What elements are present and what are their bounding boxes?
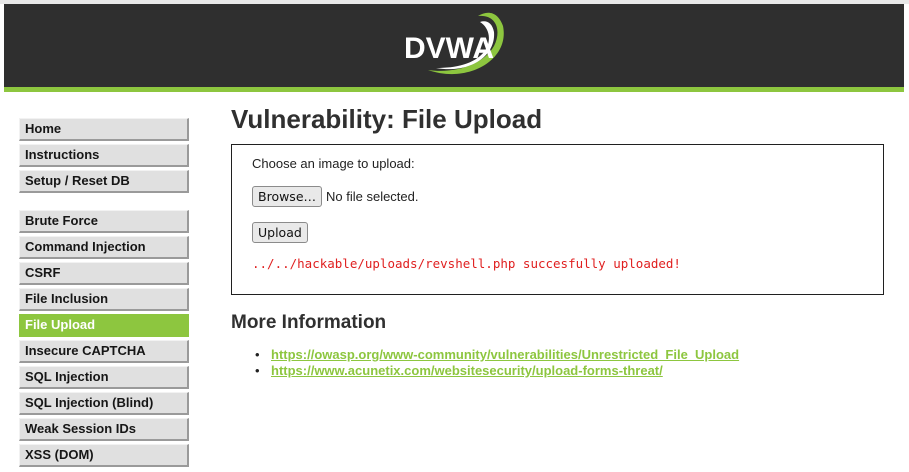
acunetix-link[interactable]: https://www.acunetix.com/websitesecurity… (271, 363, 663, 378)
menu-item-sql-injection-blind[interactable]: SQL Injection (Blind) (19, 392, 189, 415)
upload-button[interactable]: Upload (252, 222, 308, 243)
header-accent-bar (4, 87, 904, 92)
menu-item-brute-force[interactable]: Brute Force (19, 210, 189, 233)
upload-result-message: ../../hackable/uploads/revshell.php succ… (252, 256, 681, 271)
menu-item-file-upload[interactable]: File Upload (19, 314, 189, 337)
browse-button[interactable]: Browse… (252, 186, 323, 207)
menu-item-instructions[interactable]: Instructions (19, 144, 189, 167)
more-info-list: • https://owasp.org/www-community/vulnera… (255, 347, 739, 379)
dvwa-logo: DVWA (404, 12, 504, 75)
menu-item-home[interactable]: Home (19, 118, 189, 141)
menu-item-csrf[interactable]: CSRF (19, 262, 189, 285)
menu-item-sql-injection[interactable]: SQL Injection (19, 366, 189, 389)
file-status-text: No file selected. (326, 189, 419, 204)
menu-item-command-injection[interactable]: Command Injection (19, 236, 189, 259)
menu-spacer (19, 196, 189, 210)
header-banner: DVWA (4, 4, 904, 87)
menu-item-setup-reset-db[interactable]: Setup / Reset DB (19, 170, 189, 193)
owasp-link[interactable]: https://owasp.org/www-community/vulnerab… (271, 347, 739, 362)
bullet-icon: • (255, 347, 260, 362)
bullet-icon: • (255, 363, 260, 378)
upload-form-box: Choose an image to upload: Browse… No fi… (231, 144, 884, 295)
list-item: • https://www.acunetix.com/websitesecurit… (255, 363, 739, 379)
list-item: • https://owasp.org/www-community/vulnera… (255, 347, 739, 363)
sidebar-menu: Home Instructions Setup / Reset DB Brute… (19, 118, 189, 470)
menu-item-xss-dom[interactable]: XSS (DOM) (19, 444, 189, 467)
upload-prompt-label: Choose an image to upload: (252, 156, 415, 171)
more-info-heading: More Information (231, 312, 387, 333)
menu-item-weak-session-ids[interactable]: Weak Session IDs (19, 418, 189, 441)
menu-item-insecure-captcha[interactable]: Insecure CAPTCHA (19, 340, 189, 363)
page-title: Vulnerability: File Upload (231, 104, 543, 134)
menu-item-file-inclusion[interactable]: File Inclusion (19, 288, 189, 311)
logo-text: DVWA (404, 32, 494, 65)
